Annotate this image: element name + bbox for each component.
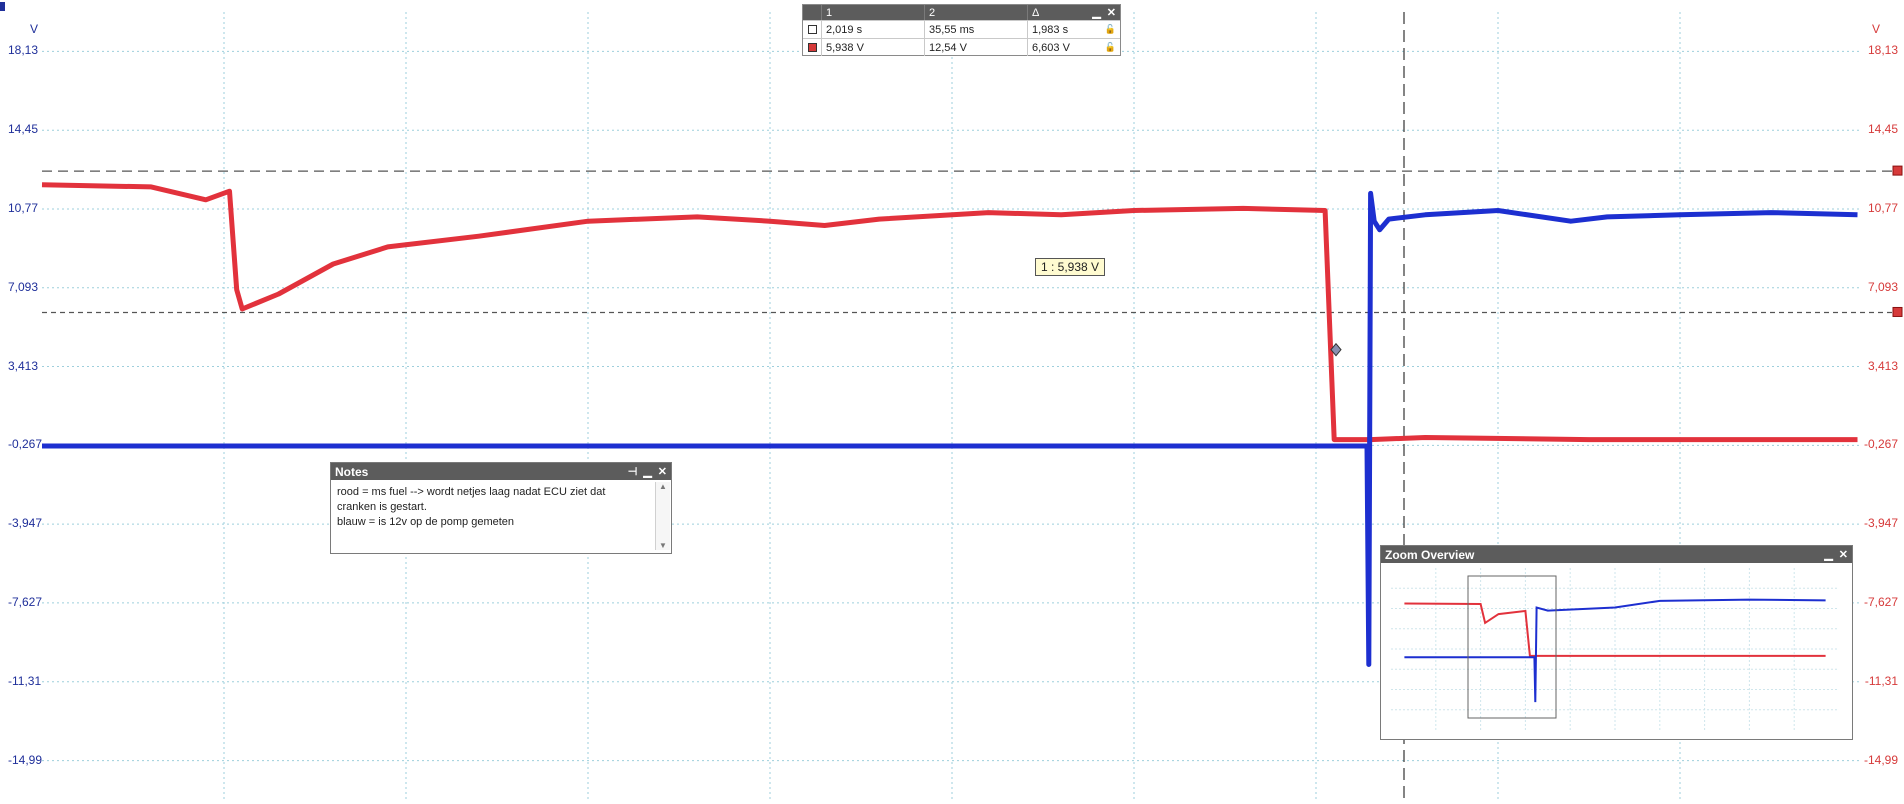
zoom-overview-title: Zoom Overview: [1385, 547, 1475, 562]
header-delta: Δ: [1032, 6, 1040, 19]
voltage-ruler-2: 12,54 V: [925, 39, 1028, 56]
notes-line: cranken is gestart.: [337, 501, 427, 513]
minimize-icon[interactable]: ▁: [1092, 6, 1100, 19]
left-axis-tick: -0,267: [8, 437, 43, 452]
left-axis-tick: -14,99: [8, 752, 43, 767]
measurements-header: 1 2 Δ ▁ ✕: [803, 5, 1120, 20]
voltage-ruler-handle: [1892, 165, 1903, 176]
pin-icon[interactable]: ⊣: [628, 465, 638, 478]
left-axis-tick: 3,413: [8, 358, 39, 373]
zoom-overview-panel[interactable]: Zoom Overview ▁ ✕: [1380, 545, 1853, 740]
time-delta: 1,983 s: [1032, 23, 1069, 36]
time-ruler-1: 2,019 s: [822, 21, 925, 38]
notes-title-bar[interactable]: Notes ⊣ ▁ ✕: [331, 463, 671, 480]
time-ruler-2: 35,55 ms: [925, 21, 1028, 38]
voltage-delta: 6,603 V: [1032, 41, 1070, 54]
right-axis-tick: 10,77: [1867, 201, 1898, 215]
header-ruler-1: 1: [822, 5, 925, 20]
left-axis-unit: V: [30, 22, 39, 36]
minimize-icon[interactable]: ▁: [1824, 548, 1832, 561]
voltage-ruler-1: 5,938 V: [822, 39, 925, 56]
zoom-viewport-rect: [1467, 575, 1557, 719]
left-axis-tick: -3,947: [8, 516, 43, 531]
scroll-down-icon[interactable]: ▼: [656, 541, 670, 550]
measurements-panel[interactable]: 1 2 Δ ▁ ✕ 2,019 s 35,55 ms 1,983 s 🔓 5,93…: [802, 4, 1121, 56]
right-axis-tick: 7,093: [1867, 279, 1898, 294]
left-axis-tick: 14,45: [8, 122, 39, 137]
lock-icon[interactable]: 🔓: [1105, 42, 1116, 53]
left-axis-marker: [0, 2, 5, 11]
notes-line: rood = ms fuel --> wordt netjes laag nad…: [337, 486, 606, 498]
close-icon[interactable]: ✕: [1107, 6, 1116, 19]
right-axis-tick: 18,13: [1867, 43, 1898, 58]
ruler-tooltip: 1 : 5,938 V: [1035, 258, 1106, 276]
minimize-icon[interactable]: ▁: [643, 465, 651, 478]
right-axis-unit: V: [1871, 22, 1880, 36]
channel-swatch-white: [807, 25, 817, 34]
right-axis-tick: -7,627: [1863, 594, 1898, 609]
zoom-overview-title-bar[interactable]: Zoom Overview ▁ ✕: [1381, 546, 1852, 563]
right-axis-tick: -0,267: [1863, 437, 1898, 452]
zoom-overview-canvas[interactable]: [1391, 568, 1839, 730]
lock-icon[interactable]: 🔓: [1105, 24, 1116, 35]
header-ruler-2: 2: [925, 5, 1028, 20]
right-axis-tick: -11,31: [1864, 673, 1898, 688]
scroll-up-icon[interactable]: ▲: [656, 482, 670, 491]
close-icon[interactable]: ✕: [1839, 548, 1848, 561]
measurement-row-voltage[interactable]: 5,938 V 12,54 V 6,603 V 🔓: [803, 38, 1120, 56]
notes-scrollbar[interactable]: ▲ ▼: [655, 482, 670, 550]
voltage-ruler-handle: [1892, 306, 1903, 317]
right-axis-tick: -3,947: [1863, 516, 1898, 531]
channel-swatch-red: [807, 43, 817, 52]
right-axis-tick: 14,45: [1867, 122, 1898, 137]
right-axis-tick: -14,99: [1863, 752, 1898, 767]
notes-panel[interactable]: Notes ⊣ ▁ ✕ rood = ms fuel --> wordt net…: [330, 462, 672, 554]
left-axis-tick: -11,31: [8, 673, 42, 688]
left-axis-tick: -7,627: [8, 594, 43, 609]
notes-title: Notes: [335, 464, 369, 479]
notes-line: blauw = is 12v op de pomp gemeten: [337, 516, 515, 528]
right-axis-tick: 3,413: [1867, 358, 1898, 373]
measurement-row-time[interactable]: 2,019 s 35,55 ms 1,983 s 🔓: [803, 20, 1120, 38]
close-icon[interactable]: ✕: [658, 465, 667, 478]
notes-text[interactable]: rood = ms fuel --> wordt netjes laag nad…: [337, 485, 647, 530]
left-axis-tick: 18,13: [8, 43, 39, 58]
left-axis-tick: 7,093: [8, 279, 39, 294]
left-axis-tick: 10,77: [8, 201, 39, 215]
